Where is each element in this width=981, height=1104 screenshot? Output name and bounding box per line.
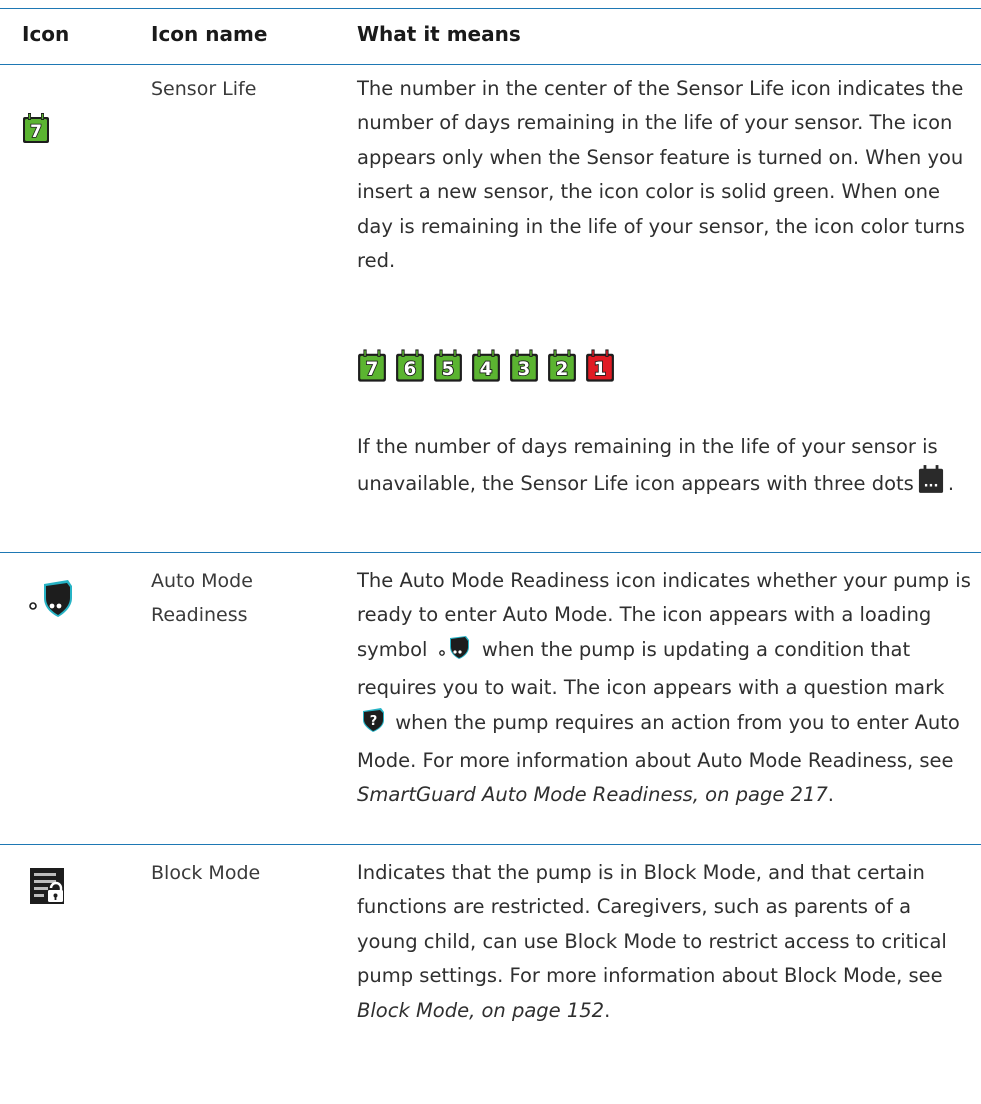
sensor-life-sequence: 7 6 5 4 3 2 1 xyxy=(357,348,615,387)
sensor-life-day-3-icon: 3 xyxy=(509,348,539,387)
period: . xyxy=(604,998,611,1022)
header-rule xyxy=(0,64,981,65)
auto-mode-readiness-shield-icon xyxy=(28,578,76,622)
row-icon-name: Block Mode xyxy=(151,862,261,884)
sensor-life-day-7-icon: 7 xyxy=(357,348,387,387)
loading-symbol-icon xyxy=(438,634,472,671)
sensor-life-day-5-icon: 5 xyxy=(433,348,463,387)
auto-mode-reference-link[interactable]: SmartGuard Auto Mode Readiness, on page … xyxy=(357,783,828,806)
row-rule xyxy=(0,552,981,553)
row-icon-name: Auto Mode Readiness xyxy=(151,570,253,626)
sensor-life-day-6-icon: 6 xyxy=(395,348,425,387)
row-rule xyxy=(0,844,981,845)
sensor-life-calendar-icon: 7 xyxy=(22,112,50,148)
svg-text:7: 7 xyxy=(366,359,379,380)
block-mode-lock-icon xyxy=(30,868,64,908)
row-description: The Auto Mode Readiness icon indicates w… xyxy=(357,564,977,813)
row-icon-name: Sensor Life xyxy=(151,78,257,100)
row-description: Indicates that the pump is in Block Mode… xyxy=(357,856,977,1028)
svg-text:1: 1 xyxy=(594,359,607,380)
svg-text:...: ... xyxy=(923,476,938,491)
table-top-rule xyxy=(0,8,981,9)
header-icon: Icon xyxy=(22,22,70,46)
row-description-unavailable: If the number of days remaining in the l… xyxy=(357,430,977,506)
sensor-life-description: The number in the center of the Sensor L… xyxy=(357,77,965,273)
block-mode-text: Indicates that the pump is in Block Mode… xyxy=(357,861,947,988)
sensor-life-day-4-icon: 4 xyxy=(471,348,501,387)
row-description: The number in the center of the Sensor L… xyxy=(357,72,977,278)
question-mark-shield-icon: ? xyxy=(361,707,385,744)
svg-text:?: ? xyxy=(370,714,378,729)
unavailable-text: If the number of days remaining in the l… xyxy=(357,435,938,496)
auto-mode-text-c: when the pump requires an action from yo… xyxy=(357,710,960,773)
svg-text:3: 3 xyxy=(518,359,531,380)
period: . xyxy=(827,783,834,807)
period: . xyxy=(947,472,955,496)
sensor-life-day-1-icon: 1 xyxy=(585,348,615,387)
sensor-life-day-2-icon: 2 xyxy=(547,348,577,387)
svg-text:6: 6 xyxy=(404,359,417,380)
block-mode-reference-link[interactable]: Block Mode, on page 152 xyxy=(357,999,604,1022)
svg-text:4: 4 xyxy=(480,359,493,380)
header-icon-name: Icon name xyxy=(151,22,268,46)
header-meaning: What it means xyxy=(357,22,521,46)
svg-text:7: 7 xyxy=(30,122,42,142)
svg-text:2: 2 xyxy=(556,359,569,380)
svg-text:5: 5 xyxy=(442,359,455,380)
sensor-life-unknown-icon: ... xyxy=(918,464,944,505)
